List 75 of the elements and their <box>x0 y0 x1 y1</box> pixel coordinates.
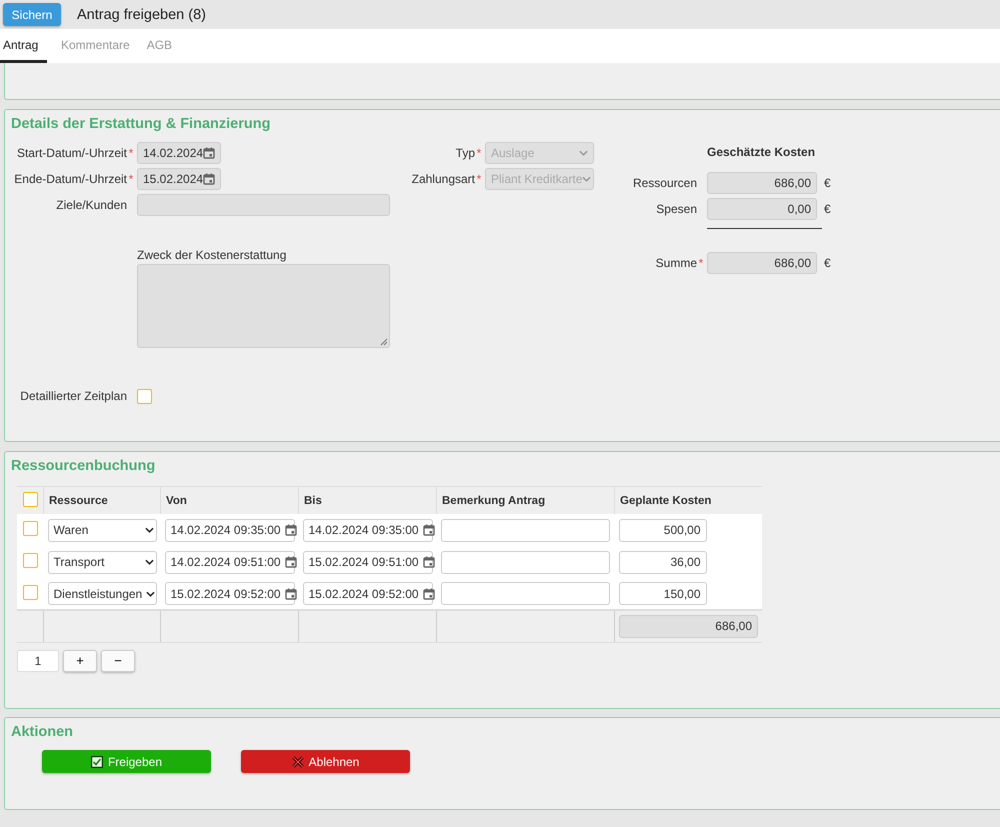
date-field[interactable]: 14.02.2024 <box>137 142 221 164</box>
date-field[interactable]: 15.02.2024 <box>137 168 221 190</box>
date-time-field[interactable]: 15.02.2024 09:52:00 <box>302 582 432 605</box>
calendar-icon[interactable] <box>203 147 216 159</box>
date-time-field[interactable]: 15.02.2024 09:51:00 <box>302 550 432 574</box>
amount-field[interactable]: 500,00 <box>618 518 706 542</box>
checkbox-label: Detaillierter Zeitplan <box>19 389 127 403</box>
checkbox[interactable] <box>23 492 38 506</box>
amount-field[interactable]: 36,00 <box>618 550 706 574</box>
amount-field[interactable]: 150,00 <box>618 582 706 605</box>
field-label: Ziele/Kunden <box>55 198 127 212</box>
text-field[interactable] <box>137 194 390 216</box>
amount-field[interactable]: 686,00 <box>707 252 817 274</box>
date-time-field[interactable]: 15.02.2024 09:52:00 <box>164 582 294 605</box>
section-title: Details der Erstattung & Finanzierung <box>10 115 270 132</box>
select-field[interactable]: Waren <box>48 518 156 542</box>
chevron-down-icon <box>144 559 154 565</box>
date-time-field[interactable]: 14.02.2024 09:35:00 <box>302 518 432 542</box>
calendar-icon[interactable] <box>203 173 216 185</box>
text-field[interactable] <box>440 582 610 605</box>
field-label: Ende-Datum/-Uhrzeit <box>13 172 127 186</box>
chevron-down-icon <box>146 590 156 596</box>
amount-field[interactable]: 686,00 <box>707 172 817 194</box>
currency-label: € <box>824 176 831 190</box>
column-header: Von <box>160 486 298 514</box>
calendar-icon[interactable] <box>422 556 435 568</box>
field-label: Ressourcen <box>632 176 697 190</box>
field-label: Summe <box>654 256 697 270</box>
calendar-icon[interactable] <box>422 588 435 600</box>
select-field[interactable]: Transport <box>48 550 156 574</box>
column-header: Bemerkung Antrag <box>436 486 614 514</box>
checkbox[interactable] <box>23 521 38 536</box>
calendar-icon[interactable] <box>284 556 297 568</box>
required-mark: * <box>698 256 704 270</box>
checkbox[interactable] <box>23 553 38 568</box>
date-time-field[interactable]: 14.02.2024 09:51:00 <box>164 550 294 574</box>
text-field[interactable] <box>440 550 610 574</box>
currency-label: € <box>824 256 831 270</box>
calendar-icon[interactable] <box>284 524 297 536</box>
calendar-icon[interactable] <box>284 588 297 600</box>
checkbox[interactable] <box>137 388 152 404</box>
remove-row-button[interactable]: − <box>101 650 135 672</box>
calendar-icon[interactable] <box>422 524 435 536</box>
required-mark: * <box>128 172 134 186</box>
field-label: Spesen <box>655 202 697 216</box>
column-header: Ressource <box>44 486 160 514</box>
section-title: Aktionen <box>10 723 74 740</box>
total-field: 686,00 <box>619 614 758 638</box>
chevron-down-icon <box>579 150 588 156</box>
section-subtitle: Geschätzte Kosten <box>706 144 816 161</box>
checkbox-tick-icon <box>90 756 103 768</box>
amount-field[interactable]: 0,00 <box>707 198 817 220</box>
currency-label: € <box>824 202 831 216</box>
page-title: Antrag freigeben (8) <box>77 6 206 22</box>
required-mark: * <box>128 146 134 160</box>
text-field[interactable] <box>440 518 610 542</box>
section-title: Ressourcenbuchung <box>10 457 156 474</box>
row-count-field[interactable]: 1 <box>17 650 59 672</box>
column-header: Geplante Kosten <box>614 486 762 514</box>
reject-button[interactable]: Ablehnen <box>241 750 410 773</box>
cross-icon <box>292 756 304 768</box>
chevron-down-icon <box>582 176 592 182</box>
date-time-field[interactable]: 14.02.2024 09:35:00 <box>164 518 294 542</box>
chevron-down-icon <box>144 527 154 533</box>
field-label: Start-Datum/-Uhrzeit <box>16 146 127 160</box>
field-label: Zahlungsart <box>410 172 475 186</box>
add-row-button[interactable]: + <box>63 650 97 672</box>
column-header: Bis <box>298 486 436 514</box>
resize-handle-icon[interactable] <box>380 338 388 346</box>
required-mark: * <box>476 146 482 160</box>
required-mark: * <box>476 172 482 186</box>
checkbox[interactable] <box>23 584 38 600</box>
field-label: Typ <box>454 146 475 160</box>
field-label: Zweck der Kostenerstattung <box>137 248 286 262</box>
select-field[interactable]: Dienstleistungen <box>48 582 156 605</box>
